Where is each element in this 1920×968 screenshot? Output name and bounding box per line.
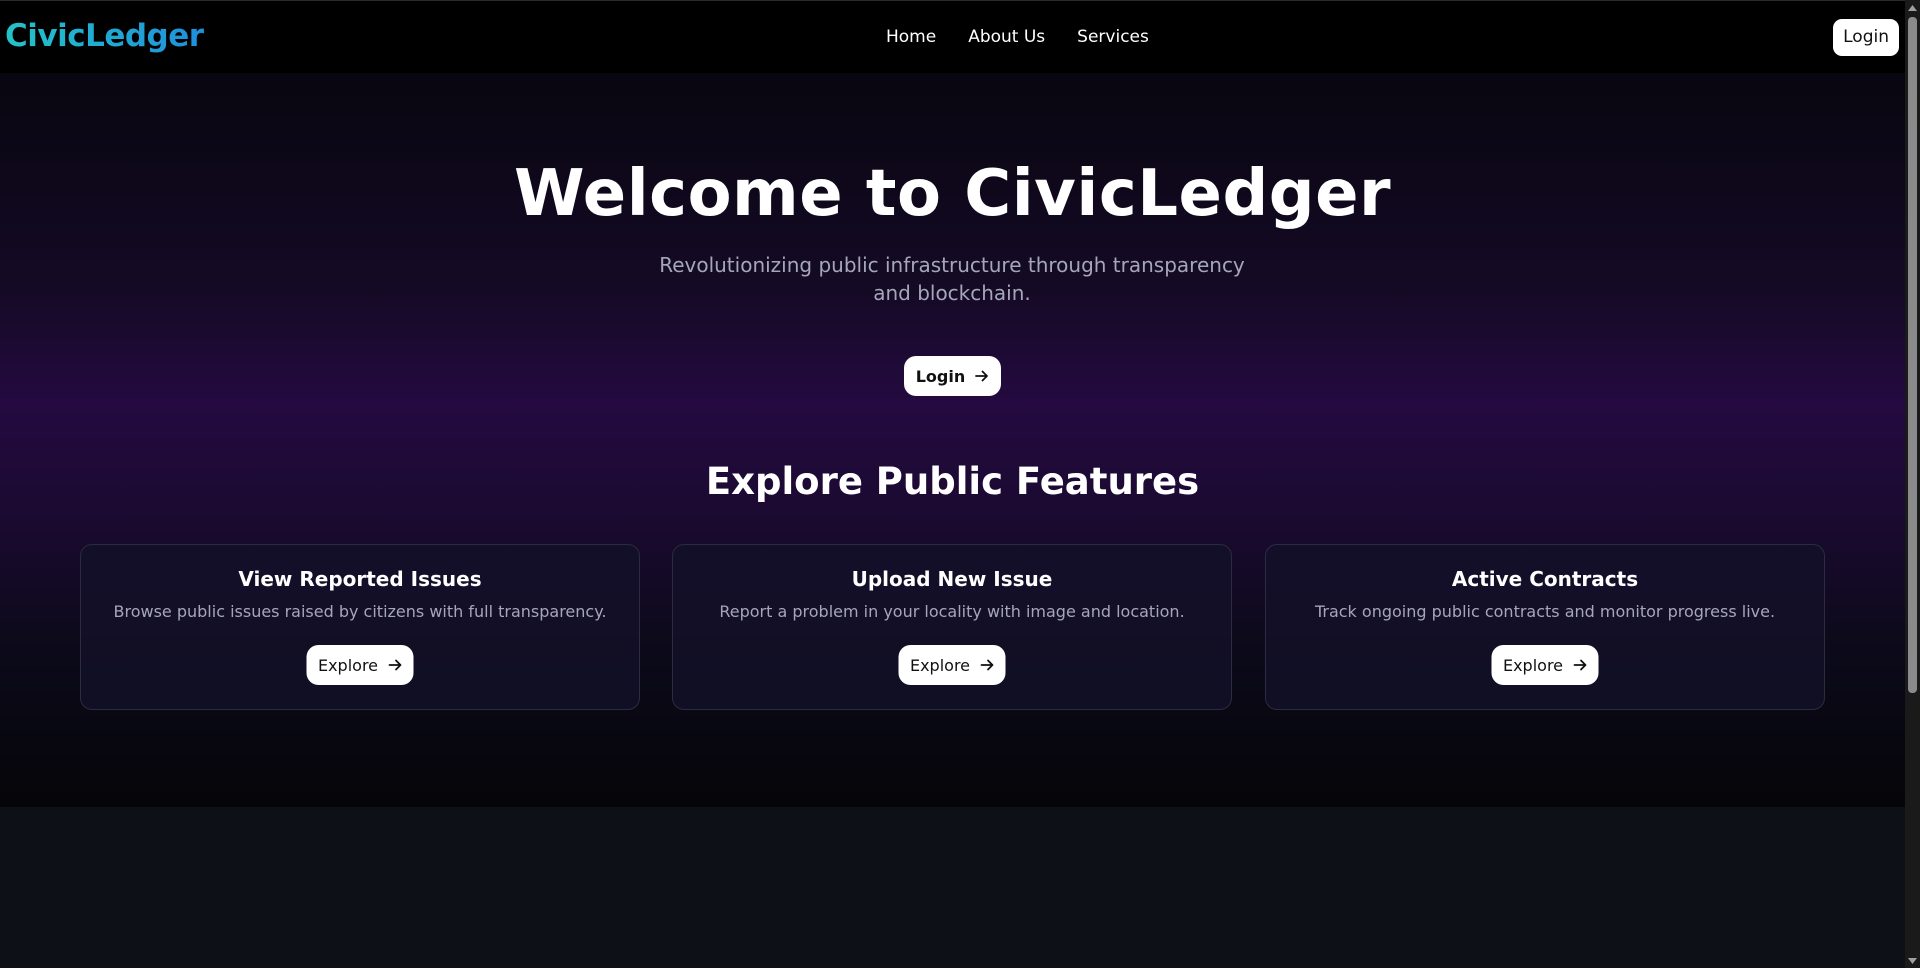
hero-login-label: Login	[915, 366, 966, 386]
card-description: Track ongoing public contracts and monit…	[1314, 602, 1776, 621]
hero-section: Welcome to CivicLedger Revolutionizing p…	[0, 73, 1905, 807]
hero-login-button[interactable]: Login	[904, 356, 1001, 396]
vertical-scrollbar[interactable]	[1905, 0, 1920, 968]
card-title: Active Contracts	[1451, 567, 1639, 591]
nav-link-home[interactable]: Home	[886, 27, 936, 47]
feature-card-active-contracts: Active Contracts Track ongoing public co…	[1265, 544, 1825, 710]
explore-label: Explore	[909, 655, 971, 675]
explore-label: Explore	[1502, 655, 1564, 675]
card-title: View Reported Issues	[238, 567, 482, 591]
hero-subtitle: Revolutionizing public infrastructure th…	[659, 253, 1245, 305]
arrow-right-icon	[388, 658, 402, 672]
arrow-right-icon	[1573, 658, 1587, 672]
top-navbar: CivicLedger Home About Us Services Login	[0, 0, 1905, 73]
scroll-up-arrow-icon[interactable]	[1905, 0, 1920, 15]
page-footer-area	[0, 807, 1905, 968]
scrollbar-thumb[interactable]	[1908, 17, 1917, 693]
features-heading: Explore Public Features	[705, 460, 1200, 503]
explore-button[interactable]: Explore	[1491, 645, 1599, 685]
arrow-right-icon	[975, 369, 989, 383]
feature-card-view-reported-issues: View Reported Issues Browse public issue…	[80, 544, 640, 710]
explore-label: Explore	[317, 655, 379, 675]
site-logo[interactable]: CivicLedger	[5, 18, 204, 54]
hero-title: Welcome to CivicLedger	[513, 157, 1392, 231]
nav-link-services[interactable]: Services	[1077, 27, 1149, 47]
feature-card-upload-new-issue: Upload New Issue Report a problem in you…	[672, 544, 1232, 710]
explore-button[interactable]: Explore	[306, 645, 414, 685]
card-description: Browse public issues raised by citizens …	[113, 602, 607, 621]
nav-link-about-us[interactable]: About Us	[968, 27, 1045, 47]
card-title: Upload New Issue	[851, 567, 1053, 591]
nav-links: Home About Us Services	[886, 27, 1149, 47]
card-description: Report a problem in your locality with i…	[719, 602, 1185, 621]
nav-login-button[interactable]: Login	[1833, 19, 1899, 56]
explore-button[interactable]: Explore	[898, 645, 1006, 685]
scroll-down-arrow-icon[interactable]	[1905, 953, 1920, 968]
arrow-right-icon	[980, 658, 994, 672]
